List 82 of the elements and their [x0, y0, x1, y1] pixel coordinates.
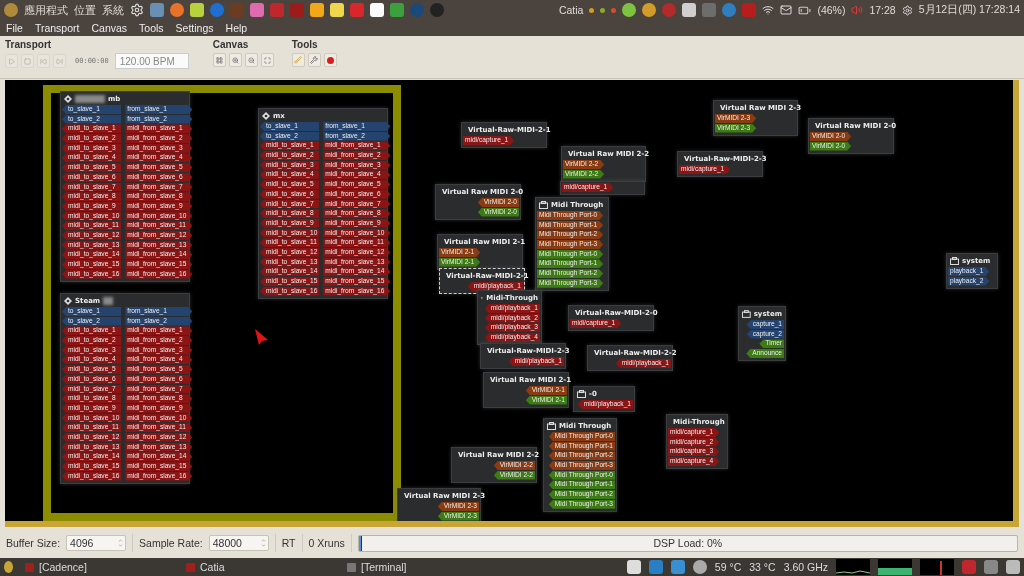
expand-icon	[263, 56, 271, 64]
cpu-graph	[836, 559, 870, 575]
transport-button[interactable]	[5, 54, 18, 68]
patchbay-canvas[interactable]	[5, 80, 1019, 527]
chevron-up-icon	[260, 538, 266, 543]
panel-menu[interactable]: 系統	[102, 2, 124, 18]
plugin-icon	[64, 296, 72, 305]
menu-item[interactable]: File	[6, 22, 23, 34]
network-graph	[920, 559, 954, 575]
dsp-load-text: DSP Load: 0%	[653, 537, 723, 549]
panel-menu[interactable]: 位置	[74, 2, 96, 18]
transport-button[interactable]	[37, 54, 50, 68]
record-button[interactable]	[323, 53, 337, 67]
sample-rate-spinbox[interactable]: 48000	[208, 535, 269, 551]
record-icon	[326, 56, 334, 64]
toolbar-group-label: Tools	[291, 39, 319, 50]
taskbar-window[interactable]: [Cadence]	[21, 559, 174, 575]
stop-icon	[24, 57, 31, 65]
menu-item[interactable]: Canvas	[91, 22, 128, 34]
canvas-button[interactable]	[244, 53, 258, 67]
menu-item[interactable]: Tools	[139, 22, 164, 34]
sensor-reading: 59 °C	[714, 561, 742, 573]
clean-button[interactable]	[291, 53, 305, 67]
client-node[interactable]	[60, 293, 190, 484]
window-icon	[347, 562, 356, 572]
chevron-down-icon	[260, 543, 266, 548]
play-icon	[8, 57, 15, 65]
tray-icon[interactable]	[626, 560, 641, 574]
taskbar-window[interactable]: [Terminal]	[343, 559, 496, 575]
window-icon	[25, 562, 34, 572]
plugin-icon	[262, 111, 270, 120]
toolbar-group-label: Canvas	[212, 39, 250, 50]
buffer-size-label: Buffer Size:	[6, 537, 61, 549]
buffer-size-spinbox[interactable]: 4096	[66, 535, 127, 551]
memory-graph	[878, 559, 912, 575]
brush-icon	[294, 56, 303, 64]
indicator-label: Catia	[558, 4, 584, 16]
skip-back-icon	[40, 57, 47, 65]
logo-icon[interactable]	[4, 3, 18, 17]
battery-text: (46%)	[817, 4, 846, 16]
settings-icon[interactable]	[901, 4, 913, 16]
redaction-block	[75, 94, 105, 103]
date-time: 5月12日(四) 17:28:14	[918, 3, 1020, 17]
zoom-out-icon	[247, 56, 255, 64]
sample-rate-label: Sample Rate:	[139, 537, 203, 549]
toolbar-group-label: Transport	[5, 39, 53, 50]
gear-icon[interactable]	[130, 3, 144, 17]
bpm-field[interactable]: 120.00 BPM	[114, 53, 189, 69]
canvas-button[interactable]	[260, 53, 274, 67]
sensor-reading: 3.60 GHz	[783, 561, 828, 573]
chevron-down-icon	[118, 543, 124, 548]
xruns-label: 0 Xruns	[308, 537, 345, 549]
app-icon[interactable]	[170, 3, 184, 17]
redaction-block	[103, 296, 114, 305]
configure-button[interactable]	[307, 53, 321, 67]
cursor-icon	[255, 329, 268, 345]
rt-label: RT	[281, 537, 296, 549]
client-node[interactable]	[60, 91, 190, 282]
mail-icon[interactable]	[780, 4, 793, 16]
panel-menu[interactable]: 應用程式	[24, 2, 68, 18]
app-icon[interactable]	[682, 3, 697, 17]
transport-button[interactable]	[21, 54, 34, 68]
plugin-icon	[64, 94, 72, 103]
client-node[interactable]	[258, 108, 388, 299]
taskbar-window[interactable]: Catia	[182, 559, 335, 575]
volume-icon[interactable]	[851, 4, 864, 16]
menu-item[interactable]: Settings	[175, 22, 214, 34]
menu-item[interactable]: Help	[225, 22, 248, 34]
tray-icon[interactable]	[692, 560, 707, 574]
skip-forward-icon	[56, 57, 63, 65]
transport-button[interactable]	[53, 54, 66, 68]
canvas-button[interactable]	[228, 53, 242, 67]
menu-item[interactable]: Transport	[34, 22, 80, 34]
sensor-reading: 33 °C	[749, 561, 776, 573]
grid-icon	[215, 56, 223, 64]
wifi-icon[interactable]	[762, 4, 775, 16]
chevron-up-icon	[118, 538, 124, 543]
zoom-in-icon	[231, 56, 239, 64]
window-icon	[186, 562, 195, 572]
canvas-button[interactable]	[212, 53, 226, 67]
wrench-icon	[310, 56, 319, 64]
clock: 17:28	[869, 4, 896, 16]
